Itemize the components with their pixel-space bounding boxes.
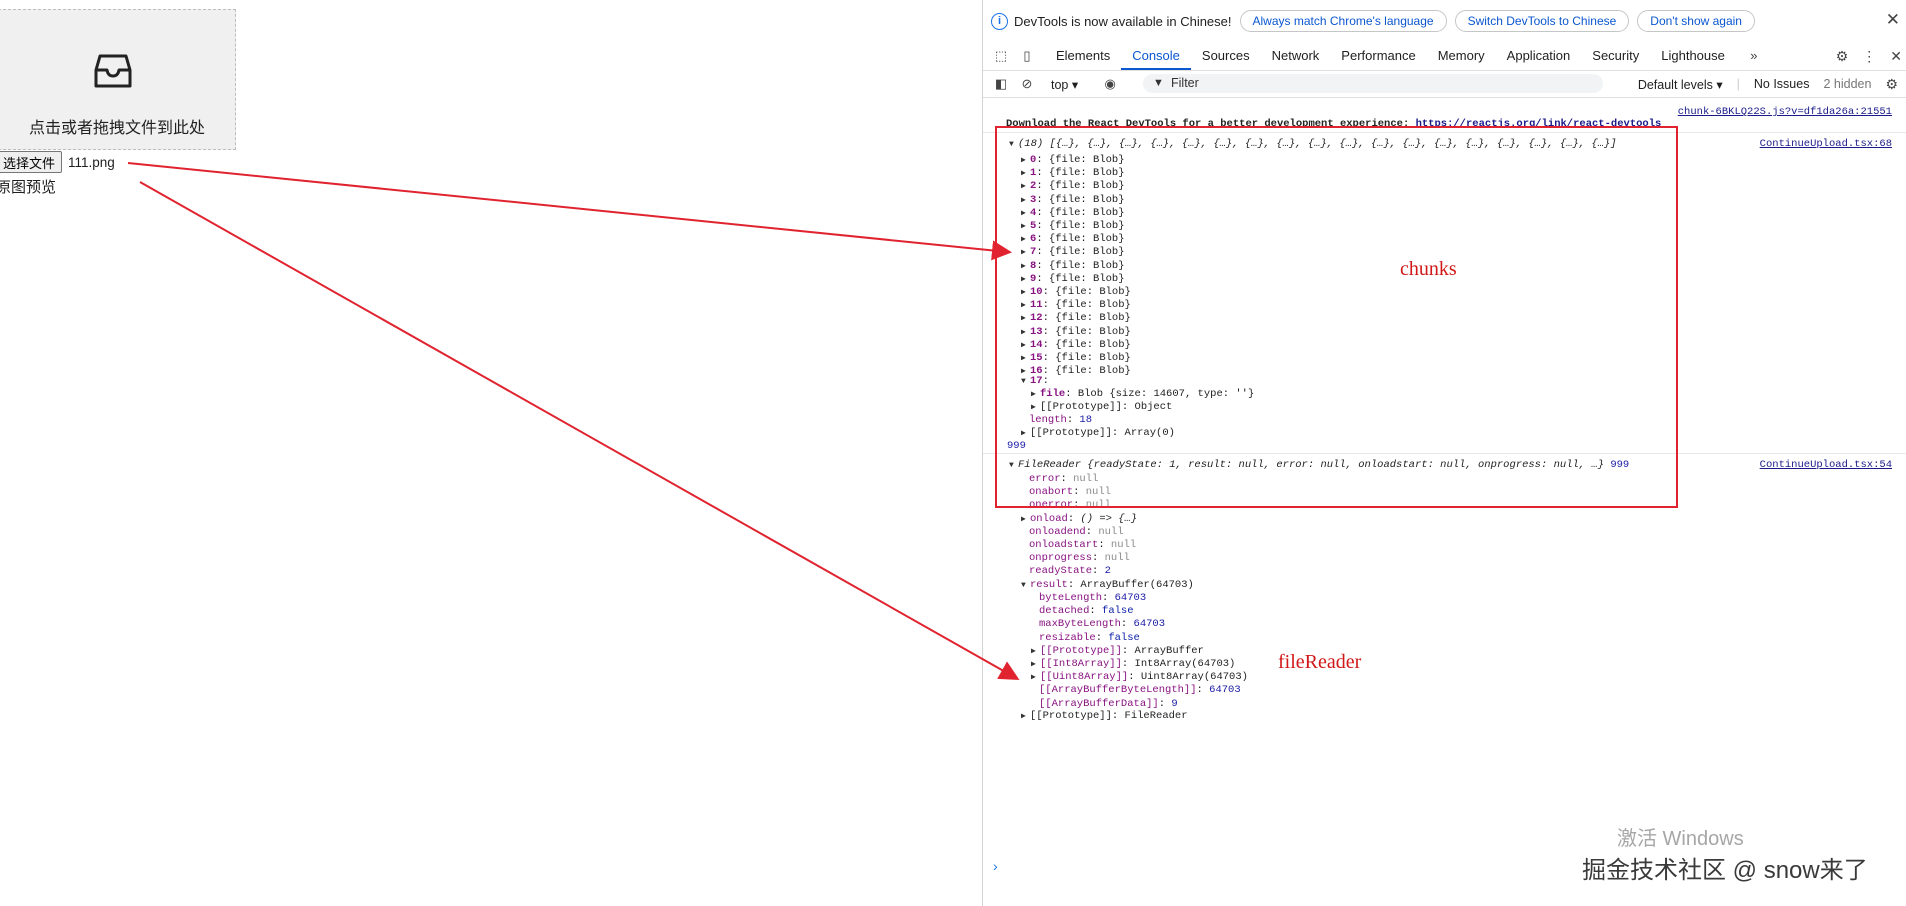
filter-funnel-icon: ▼ bbox=[1153, 77, 1164, 89]
page-content: 点击或者拖拽文件到此处 选择文件 111.png 原图预览 bbox=[0, 0, 982, 906]
close-devtools-icon[interactable]: ✕ bbox=[1890, 48, 1902, 65]
choose-file-button[interactable]: 选择文件 bbox=[0, 151, 63, 173]
filereader-prop-result[interactable]: ▼ result: ArrayBuffer(64703) bbox=[1021, 579, 1194, 591]
hidden-count: 2 hidden bbox=[1823, 77, 1872, 91]
preview-label: 原图预览 bbox=[0, 179, 57, 196]
console-toolbar: ◧ ⊘ top ▾ ◉ ▼ Filter Default levels ▾ | … bbox=[983, 71, 1906, 98]
arraybuffer-prop[interactable]: ▶ [[Prototype]]: ArrayBuffer bbox=[1031, 645, 1204, 657]
switch-language-button[interactable]: Switch DevTools to Chinese bbox=[1454, 10, 1630, 32]
tab-lighthouse[interactable]: Lighthouse bbox=[1650, 42, 1736, 70]
file-input-row: 选择文件 111.png bbox=[0, 151, 115, 173]
arraybuffer-prop: detached: false bbox=[1039, 605, 1134, 618]
source-link[interactable]: chunk-6BKLQ22S.js?v=df1da26a:21551 bbox=[1678, 106, 1892, 118]
clear-console-icon[interactable]: ⊘ bbox=[1019, 76, 1035, 92]
tab-network[interactable]: Network bbox=[1261, 42, 1331, 70]
inspect-element-icon[interactable]: ⬚ bbox=[993, 48, 1009, 64]
dont-show-again-button[interactable]: Don't show again bbox=[1637, 10, 1755, 32]
chunks-annotation: chunks bbox=[1400, 258, 1457, 280]
log-levels-dropdown[interactable]: Default levels ▾ bbox=[1638, 77, 1723, 92]
sidebar-toggle-icon[interactable]: ◧ bbox=[993, 76, 1009, 92]
chunks-highlight-box bbox=[995, 126, 1678, 508]
tab-memory[interactable]: Memory bbox=[1427, 42, 1496, 70]
tab-security[interactable]: Security bbox=[1581, 42, 1650, 70]
selected-file-name: 111.png bbox=[68, 154, 115, 170]
tab-application[interactable]: Application bbox=[1496, 42, 1582, 70]
issues-indicator[interactable]: No Issues bbox=[1754, 77, 1810, 91]
console-settings-icon[interactable]: ⚙ bbox=[1885, 76, 1898, 93]
arraybuffer-prop: maxByteLength: 64703 bbox=[1039, 618, 1166, 631]
devtools-tabbar: ⬚ ▯ Elements Console Sources Network Per… bbox=[983, 42, 1906, 71]
arraybuffer-prop: [[ArrayBufferData]]: 9 bbox=[1039, 697, 1178, 710]
settings-gear-icon[interactable]: ⚙ bbox=[1836, 48, 1849, 65]
source-link[interactable]: ContinueUpload.tsx:68 bbox=[1760, 138, 1892, 150]
kebab-menu-icon[interactable]: ⋮ bbox=[1862, 48, 1876, 65]
filereader-prop-onloadend: onloadend: null bbox=[1029, 525, 1124, 538]
filereader-prop-onloadstart: onloadstart: null bbox=[1029, 539, 1137, 551]
site-watermark: 掘金技术社区 @ snow来了 bbox=[1582, 857, 1868, 884]
inbox-icon bbox=[94, 54, 132, 88]
console-prompt[interactable]: › bbox=[993, 858, 998, 874]
upload-hint: 点击或者拖拽文件到此处 bbox=[28, 120, 205, 137]
tab-elements[interactable]: Elements bbox=[1045, 42, 1121, 70]
close-icon[interactable]: ✕ bbox=[1886, 10, 1900, 30]
arraybuffer-prop: [[ArrayBufferByteLength]]: 64703 bbox=[1039, 684, 1241, 697]
match-language-button[interactable]: Always match Chrome's language bbox=[1239, 10, 1447, 32]
language-infobar: i DevTools is now available in Chinese! … bbox=[983, 0, 1906, 42]
filereader-prop-readyState: readyState: 2 bbox=[1029, 565, 1111, 578]
filter-input[interactable]: ▼ Filter bbox=[1143, 74, 1603, 93]
tab-sources[interactable]: Sources bbox=[1191, 42, 1261, 70]
arraybuffer-prop: resizable: false bbox=[1039, 631, 1140, 644]
arraybuffer-prop: byteLength: 64703 bbox=[1039, 592, 1147, 604]
infobar-message: DevTools is now available in Chinese! bbox=[1014, 13, 1232, 29]
filereader-prop-onload[interactable]: ▶ onload: () => {…} bbox=[1021, 513, 1137, 525]
prototype-filereader[interactable]: ▶ [[Prototype]]: FileReader bbox=[1021, 710, 1188, 722]
live-expression-eye-icon[interactable]: ◉ bbox=[1102, 76, 1118, 92]
tab-performance[interactable]: Performance bbox=[1330, 42, 1426, 70]
device-toolbar-icon[interactable]: ▯ bbox=[1019, 48, 1035, 64]
filereader-annotation: fileReader bbox=[1278, 651, 1362, 673]
more-tabs-icon[interactable]: » bbox=[1746, 48, 1762, 64]
context-select[interactable]: top ▾ bbox=[1051, 77, 1078, 92]
windows-activation-watermark: 激活 Windows bbox=[1617, 828, 1744, 850]
source-link[interactable]: ContinueUpload.tsx:54 bbox=[1760, 459, 1892, 471]
upload-dropzone[interactable]: 点击或者拖拽文件到此处 bbox=[0, 9, 236, 150]
info-icon: i bbox=[991, 12, 1008, 30]
tab-console[interactable]: Console bbox=[1121, 42, 1191, 70]
filereader-prop-onprogress: onprogress: null bbox=[1029, 552, 1130, 565]
arraybuffer-prop[interactable]: ▶ [[Int8Array]]: Int8Array(64703) bbox=[1031, 658, 1235, 670]
arraybuffer-prop[interactable]: ▶ [[Uint8Array]]: Uint8Array(64703) bbox=[1031, 671, 1248, 683]
